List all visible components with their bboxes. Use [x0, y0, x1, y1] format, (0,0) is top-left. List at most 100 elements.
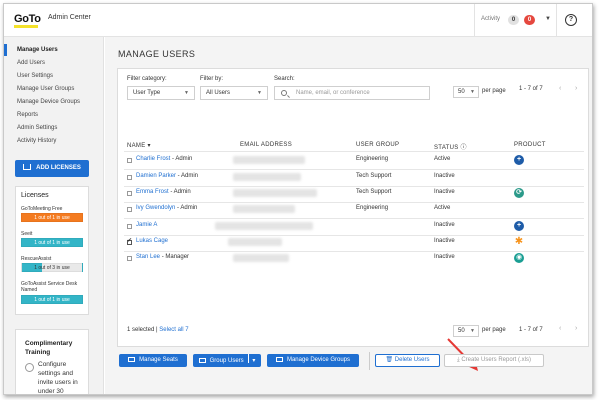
- table-row: Lukas Cage Inactive ✱: [118, 236, 588, 252]
- row-checkbox[interactable]: [127, 158, 132, 163]
- page-title: MANAGE USERS: [118, 49, 196, 59]
- select-all-link[interactable]: Select all 7: [159, 327, 188, 333]
- email-redacted: [228, 238, 282, 246]
- table-row: Emma Frost - Admin Tech Support Inactive…: [118, 187, 588, 203]
- user-name: Emma Frost - Admin: [136, 189, 191, 195]
- chevron-down-icon[interactable]: ▼: [545, 16, 551, 22]
- sidebar-item-user-settings[interactable]: User Settings: [4, 70, 103, 82]
- sidebar-item-activity-history[interactable]: Activity History: [4, 135, 103, 147]
- user-group: Engineering: [356, 205, 389, 211]
- table-row: Jamie A Inactive +: [118, 220, 588, 236]
- license-name: GoToAssist Service Desk Named: [21, 281, 78, 293]
- app-title: Admin Center: [48, 14, 91, 21]
- trash-icon: 🗑: [385, 357, 394, 363]
- row-checkbox[interactable]: [127, 207, 132, 212]
- license-usage-bar: 1 out of 1 in use: [21, 295, 83, 304]
- prev-page-button[interactable]: ‹: [559, 325, 561, 332]
- user-status: Active: [434, 205, 451, 211]
- license-usage-bar: 1 out of 1 in use: [21, 238, 83, 247]
- cart-icon: [23, 164, 32, 170]
- search-icon: [281, 90, 287, 96]
- row-checkbox[interactable]: [127, 175, 132, 180]
- column-header-status: STATUS ⓘ: [434, 145, 467, 151]
- help-icon[interactable]: ?: [565, 14, 577, 26]
- per-page-label: per page: [482, 327, 506, 333]
- filter-category-label: Filter category:: [127, 76, 167, 82]
- row-checkbox[interactable]: [127, 237, 132, 245]
- column-header-name[interactable]: NAME ▾: [127, 142, 151, 149]
- create-users-report-button[interactable]: ⤓ Create Users Report (.xls): [444, 354, 544, 367]
- email-redacted: [233, 205, 295, 213]
- sidebar-item-add-users[interactable]: Add Users: [4, 57, 103, 69]
- user-status: Active: [434, 156, 451, 162]
- sidebar-item-reports[interactable]: Reports: [4, 109, 103, 121]
- delete-users-button[interactable]: 🗑 Delete Users: [375, 354, 440, 367]
- button-divider: [369, 352, 370, 370]
- column-header-user-group: USER GROUP: [356, 142, 400, 148]
- user-name-link[interactable]: Damien Parker: [136, 173, 176, 179]
- user-status: Inactive: [434, 189, 455, 195]
- manage-device-groups-label: Manage Device Groups: [286, 357, 351, 363]
- user-name-link[interactable]: Lukas Cage: [136, 238, 168, 244]
- training-text: Configure settings and invite users in u…: [38, 361, 78, 395]
- chevron-down-icon: ▼: [184, 90, 189, 96]
- user-name-link[interactable]: Jamie A: [136, 222, 157, 228]
- chevron-down-icon[interactable]: ▾: [252, 358, 255, 364]
- add-licenses-button[interactable]: ADD LICENSES: [15, 160, 89, 177]
- row-checkbox[interactable]: [127, 256, 132, 261]
- sidebar-item-manage-device-groups[interactable]: Manage Device Groups: [4, 96, 103, 108]
- sidebar-item-admin-settings[interactable]: Admin Settings: [4, 122, 103, 134]
- table-row: Damien Parker - Admin Tech Support Inact…: [118, 171, 588, 187]
- email-redacted: [233, 189, 317, 197]
- email-redacted: [215, 222, 313, 230]
- per-page-value: 50: [458, 328, 465, 334]
- license-name: RescueAssist: [21, 256, 52, 262]
- prev-page-button[interactable]: ‹: [559, 85, 561, 92]
- users-icon: [198, 358, 206, 363]
- split-divider: [248, 354, 250, 363]
- activity-count-badge[interactable]: 0: [508, 15, 519, 25]
- per-page-select[interactable]: 50 ▼: [453, 86, 479, 98]
- sidebar-item-manage-user-groups[interactable]: Manage User Groups: [4, 83, 103, 95]
- next-page-button[interactable]: ›: [575, 85, 577, 92]
- next-page-button[interactable]: ›: [575, 325, 577, 332]
- user-name: Lukas Cage: [136, 238, 168, 244]
- selected-count: 1 selected: [127, 327, 155, 333]
- sidebar-item-manage-users[interactable]: Manage Users: [4, 44, 103, 56]
- per-page-label: per page: [482, 88, 506, 94]
- email-redacted: [233, 156, 305, 164]
- create-report-label: Create Users Report (.xls): [461, 357, 531, 363]
- training-title: Complimentary Training: [25, 340, 73, 356]
- table-row: Ivy Gwendolyn - Admin Engineering Active: [118, 203, 588, 219]
- row-checkbox[interactable]: [127, 224, 132, 229]
- activity-label[interactable]: Activity: [481, 16, 500, 22]
- filter-by-select[interactable]: All Users ▼: [200, 86, 268, 100]
- user-name-link[interactable]: Ivy Gwendolyn: [136, 205, 175, 211]
- filter-by-label: Filter by:: [200, 76, 224, 82]
- user-name-link[interactable]: Charlie Frost: [136, 156, 170, 162]
- group-users-button[interactable]: Group Users ▾: [193, 354, 261, 367]
- manage-seats-label: Manage Seats: [139, 357, 178, 363]
- manage-device-groups-button[interactable]: Manage Device Groups: [267, 354, 359, 367]
- user-name-link[interactable]: Stan Lee: [136, 254, 160, 260]
- manage-seats-button[interactable]: Manage Seats: [119, 354, 187, 367]
- per-page-value: 50: [458, 89, 465, 95]
- user-role: - Admin: [176, 173, 199, 179]
- user-name-link[interactable]: Emma Frost: [136, 189, 169, 195]
- search-input[interactable]: Name, email, or conference: [274, 86, 430, 100]
- row-checkbox[interactable]: [127, 191, 132, 196]
- user-status: Inactive: [434, 254, 455, 260]
- top-header: GoTo Admin Center Activity 0 0 ▼ ?: [4, 4, 592, 37]
- row-divider: [124, 169, 584, 170]
- filter-category-select[interactable]: User Type ▼: [127, 86, 195, 100]
- search-placeholder: Name, email, or conference: [296, 90, 370, 96]
- complimentary-training-panel: Complimentary Training Configure setting…: [15, 329, 89, 395]
- user-role: - Manager: [160, 254, 190, 260]
- settings-icon: [25, 363, 34, 372]
- sidebar: Manage Users Add Users User Settings Man…: [4, 37, 104, 395]
- user-group: Tech Support: [356, 189, 392, 195]
- rescueassist-icon: ⟳: [514, 188, 524, 198]
- alert-count-badge[interactable]: 0: [524, 15, 535, 25]
- goto-logo[interactable]: GoTo: [14, 13, 41, 25]
- asterisk-icon: ✱: [514, 236, 524, 247]
